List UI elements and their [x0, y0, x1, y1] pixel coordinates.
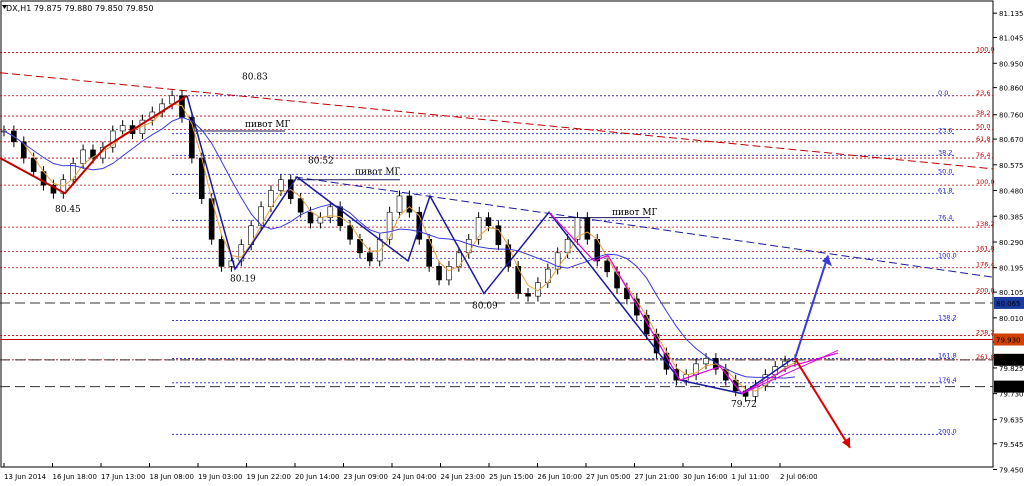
candle-body: [703, 358, 709, 365]
candle-body: [436, 266, 442, 281]
x-tick-label: 24 Jun 04:00: [392, 473, 436, 481]
candle-body: [406, 195, 413, 213]
x-tick-label: 24 Jun 23:00: [441, 473, 485, 481]
fib-red-label: 200.0: [976, 286, 995, 294]
fib-blue-label: 50.0: [938, 167, 952, 175]
price-annotation: 80.09: [472, 301, 498, 311]
candle-body: [169, 95, 175, 105]
candle-body: [218, 238, 225, 267]
x-tick-label: 23 Jun 09:00: [344, 473, 388, 481]
x-tick-label: 19 Jun 22:00: [247, 473, 291, 481]
candle-body: [446, 266, 452, 281]
candle-body: [584, 217, 591, 240]
price-annotation: 80.19: [230, 274, 256, 284]
price-marker-label: 79.756: [996, 384, 1021, 392]
x-tick-label: 1 Jul 11:00: [732, 473, 770, 481]
y-tick-label: 80.010: [999, 315, 1024, 323]
price-marker-label: 80.065: [996, 300, 1021, 308]
x-tick-label: 27 Jun 21:00: [635, 473, 679, 481]
fib-red-label: 76.4: [976, 151, 990, 159]
y-tick-label: 79.825: [999, 365, 1024, 373]
candle-body: [485, 217, 492, 227]
candle-body: [119, 125, 126, 132]
fib-red-label: 38.2: [976, 109, 990, 117]
candle-body: [278, 179, 284, 191]
x-tick-label: 2 Jul 06:00: [780, 473, 818, 481]
fib-red-label: 100.0: [976, 178, 995, 186]
price-annotation: пивот МГ: [355, 167, 401, 177]
y-tick-label: 80.385: [999, 213, 1024, 221]
x-tick-label: 18 Jun 08:00: [150, 473, 194, 481]
price-annotation: пивот МГ: [245, 120, 291, 130]
price-annotation: 80.83: [242, 73, 268, 83]
price-annotation: 80.52: [308, 156, 334, 166]
x-tick-label: 19 Jun 03:00: [198, 473, 242, 481]
fib-red-label: 100.0: [976, 45, 995, 53]
candle-body: [307, 211, 314, 224]
y-tick-label: 79.635: [999, 416, 1024, 424]
price-marker-label: 79.930: [996, 337, 1021, 345]
y-tick-label: 80.860: [999, 85, 1024, 93]
fib-blue-label: 0.0: [938, 89, 948, 97]
y-tick-label: 81.045: [999, 35, 1024, 43]
candle-body: [525, 293, 531, 297]
fib-red-label: 138.2: [976, 220, 995, 228]
candle-body: [347, 225, 353, 240]
price-marker-label: 79.855: [996, 357, 1021, 365]
fib-blue-label: 76.4: [938, 213, 952, 221]
candle-body: [604, 260, 610, 273]
candle-body: [367, 252, 373, 262]
fib-blue-label: 100.0: [938, 251, 957, 259]
fib-blue-label: 138.2: [938, 314, 957, 322]
fib-red-label: 61.8: [976, 135, 990, 143]
price-annotation: пивот МГ: [612, 208, 658, 218]
x-tick-label: 16 Jun 18:00: [53, 473, 97, 481]
y-tick-label: 80.760: [999, 112, 1024, 120]
fib-red-label: 50.0: [976, 123, 990, 131]
fib-blue-label: 23.6: [938, 127, 952, 135]
candle-body: [297, 198, 304, 213]
fib-blue-label: 200.0: [938, 427, 957, 435]
y-tick-label: 79.545: [999, 441, 1024, 449]
fib-blue-label: 161.8: [938, 351, 957, 359]
y-tick-label: 80.670: [999, 136, 1024, 144]
y-tick-label: 81.135: [999, 10, 1024, 18]
y-tick-label: 80.105: [999, 289, 1024, 297]
candle-body: [80, 149, 86, 164]
fib-blue-label: 176.4: [938, 376, 957, 384]
price-annotation: 79.72: [731, 400, 757, 410]
y-tick-label: 79.450: [999, 467, 1024, 475]
x-tick-label: 25 Jun 15:00: [489, 473, 533, 481]
x-tick-label: 30 Jun 16:00: [683, 473, 727, 481]
price-chart[interactable]: 100.0 23.6 38.2 50.0 61.8 76.4 100.0 138.2 161.8…: [0, 0, 1024, 482]
candle-body: [386, 211, 393, 240]
fib-blue-label: 38.2: [938, 148, 952, 156]
y-tick-label: 80.290: [999, 239, 1024, 247]
fib-red-label: 23.6: [976, 89, 990, 97]
fib-blue-label: 61.8: [938, 186, 952, 194]
symbol-header: DX,H1 79.875 79.880 79.850 79.850: [6, 4, 153, 13]
x-tick-label: 26 Jun 10:00: [538, 473, 582, 481]
y-tick-label: 80.575: [999, 162, 1024, 170]
y-tick-label: 80.480: [999, 188, 1024, 196]
fib-red-label: 238.2: [976, 328, 995, 336]
y-tick-label: 80.195: [999, 265, 1024, 273]
price-annotation: 80.45: [55, 205, 81, 215]
fib-red-label: 161.8: [976, 244, 995, 252]
x-tick-label: 13 Jun 2014: [4, 473, 47, 481]
y-tick-label: 80.950: [999, 60, 1024, 68]
fib-red-label: 176.4: [976, 261, 995, 269]
x-tick-label: 20 Jun 14:00: [295, 473, 339, 481]
candle-body: [317, 217, 324, 224]
x-tick-label: 17 Jun 13:00: [101, 473, 145, 481]
x-tick-label: 27 Jun 05:00: [586, 473, 630, 481]
candle-body: [396, 195, 403, 213]
